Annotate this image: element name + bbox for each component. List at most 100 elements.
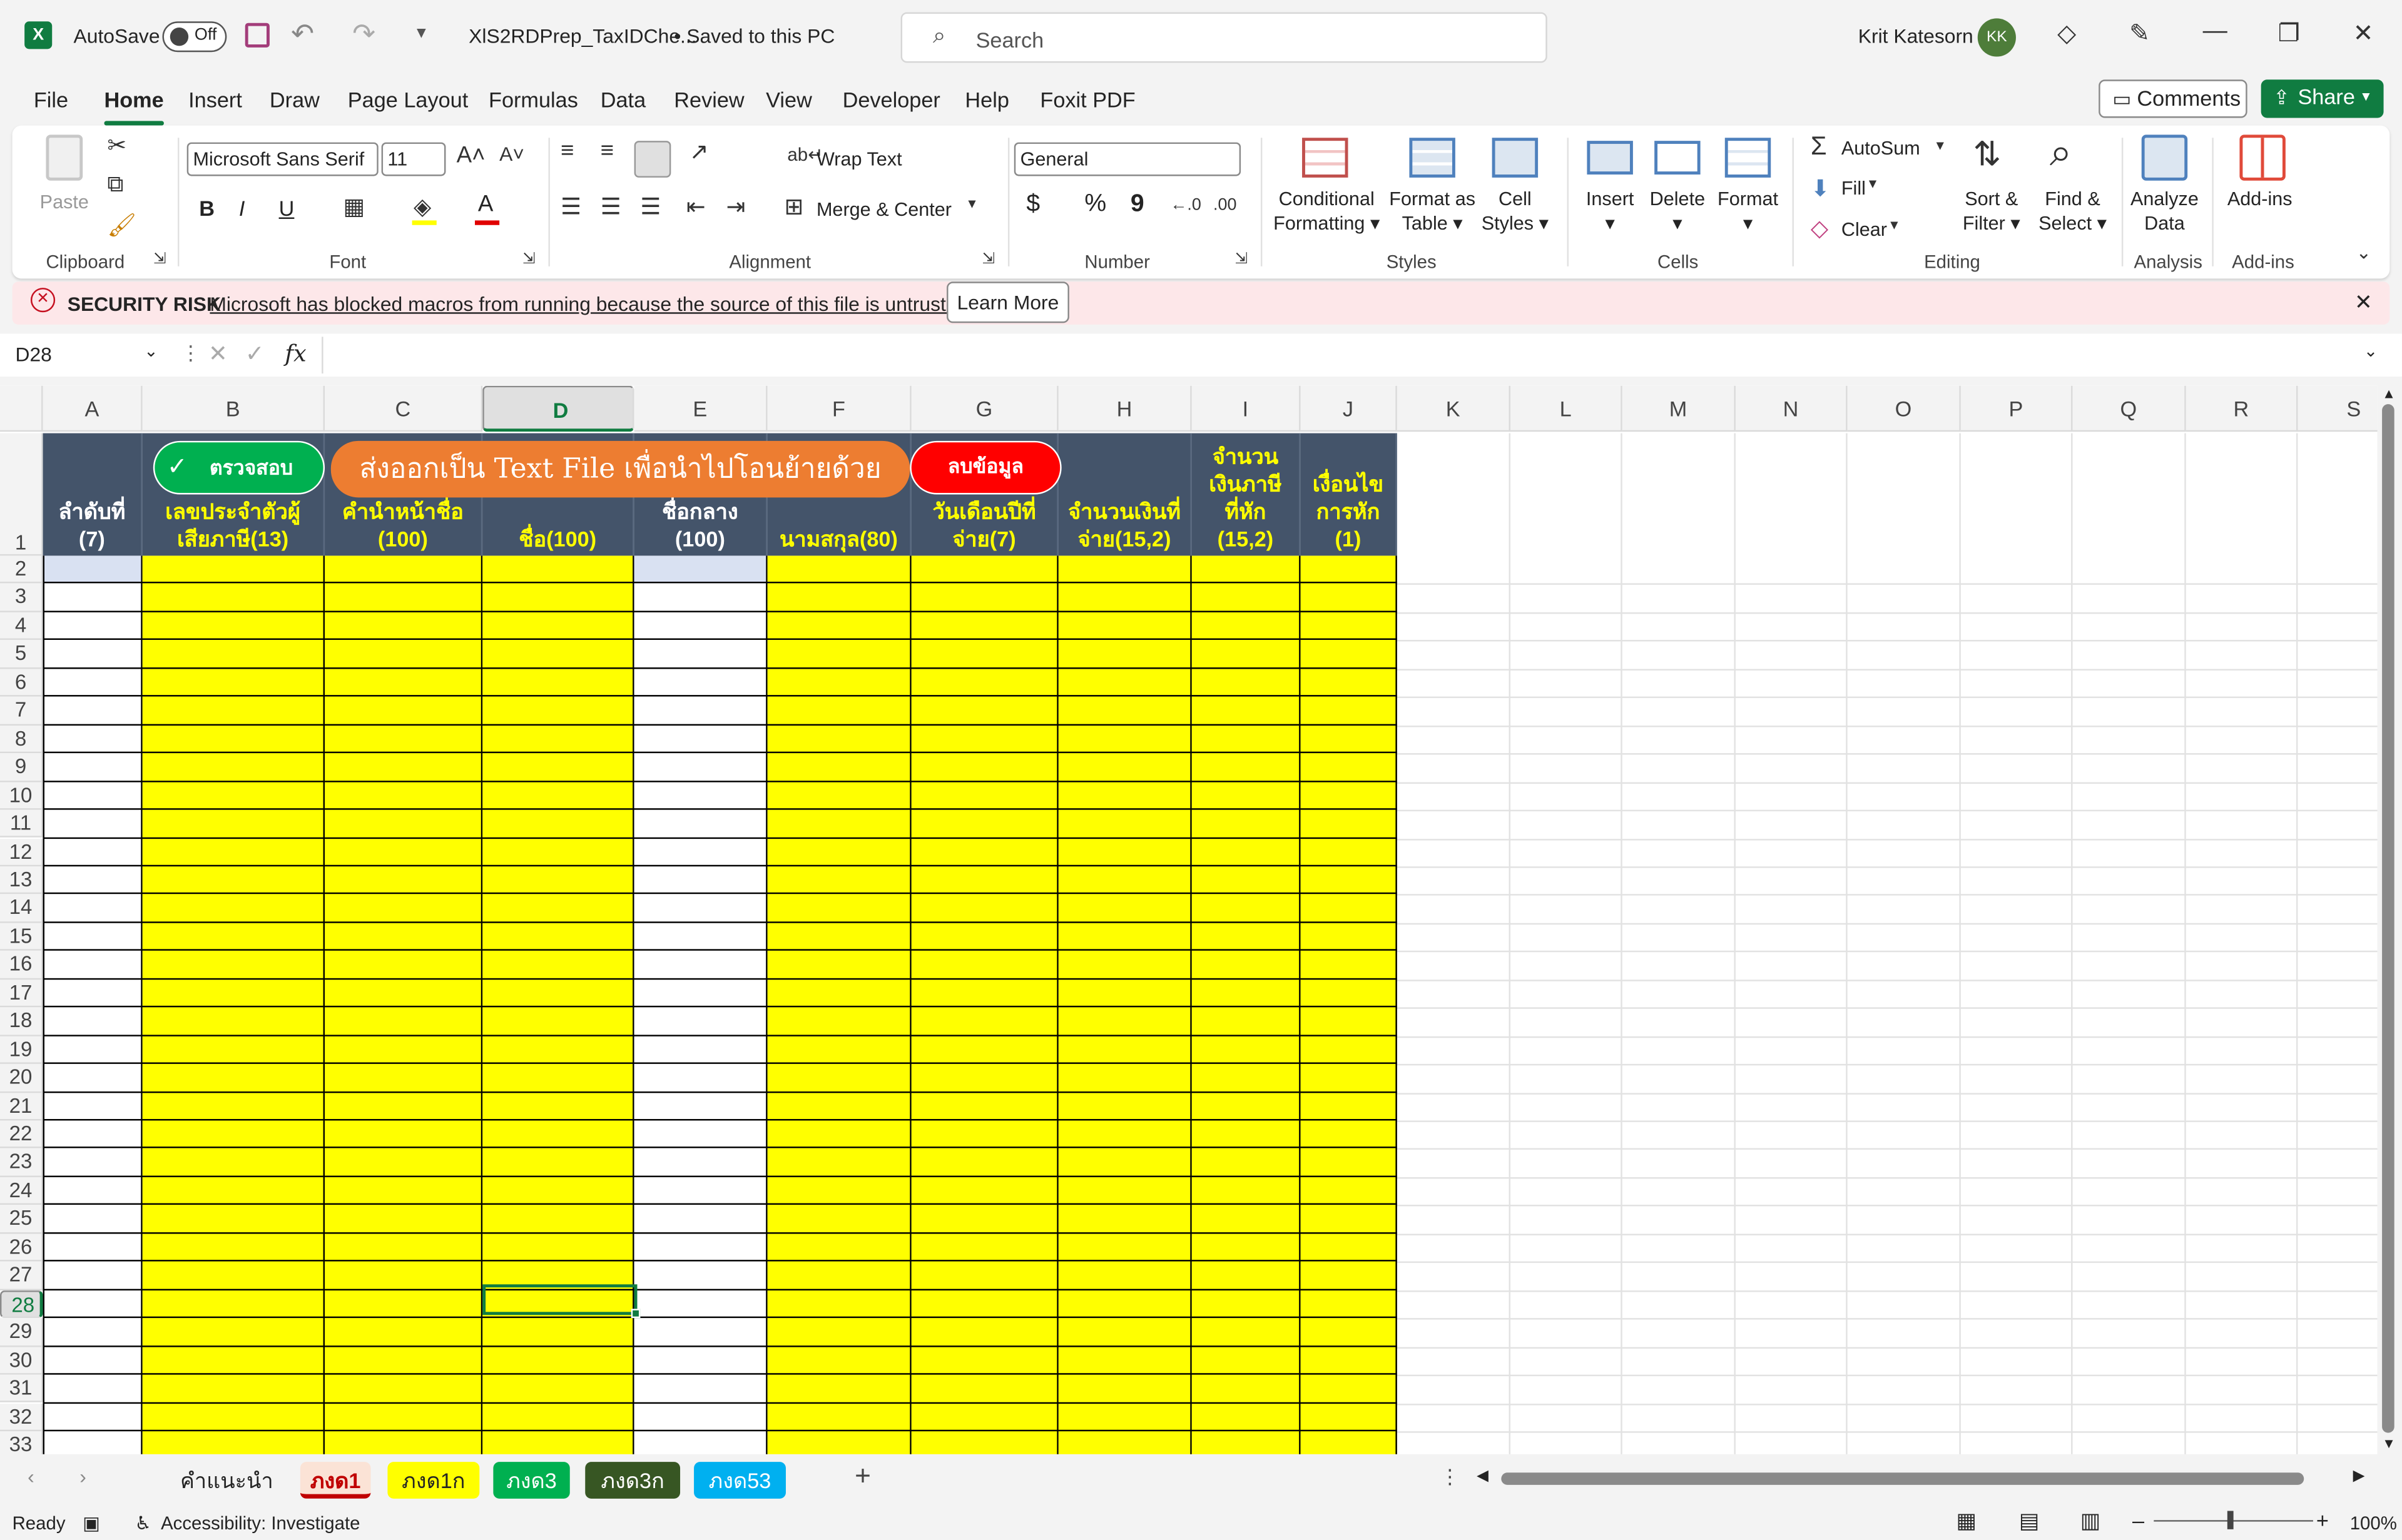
column-header-h[interactable]: H bbox=[1058, 385, 1192, 432]
page-break-view-icon[interactable]: ▥ bbox=[2080, 1508, 2100, 1534]
cell-e2[interactable] bbox=[634, 555, 766, 584]
copy-icon[interactable]: ⧉ bbox=[107, 171, 123, 198]
row-header-9[interactable]: 9 bbox=[0, 753, 43, 782]
tab-page-layout[interactable]: Page Layout bbox=[348, 87, 468, 111]
delete-cells-button[interactable]: Delete ▾ bbox=[1645, 187, 1709, 236]
decrease-font-icon[interactable]: A˅ bbox=[499, 143, 524, 166]
row-header-11[interactable]: 11 bbox=[0, 809, 43, 838]
column-header-k[interactable]: K bbox=[1397, 385, 1511, 432]
row-header-23[interactable]: 23 bbox=[0, 1148, 43, 1177]
format-cells-button[interactable]: Format ▾ bbox=[1716, 187, 1780, 236]
percent-button[interactable]: % bbox=[1084, 192, 1106, 217]
row-header-22[interactable]: 22 bbox=[0, 1120, 43, 1149]
input-column-d[interactable] bbox=[482, 555, 634, 1454]
fill-color-icon[interactable]: ◈ bbox=[414, 193, 431, 221]
chevron-down-icon[interactable]: ⌄ bbox=[144, 342, 158, 361]
row-header-32[interactable]: 32 bbox=[0, 1402, 43, 1432]
row-header-16[interactable]: 16 bbox=[0, 951, 43, 980]
tab-home[interactable]: Home bbox=[104, 87, 164, 126]
horizontal-scrollbar[interactable]: ◀ ▶ bbox=[1473, 1468, 2374, 1489]
align-left-icon[interactable]: ☰ bbox=[561, 193, 581, 221]
borders-icon[interactable]: ▦ bbox=[343, 193, 365, 221]
tab-help[interactable]: Help bbox=[965, 87, 1009, 111]
row-header-14[interactable]: 14 bbox=[0, 894, 43, 923]
export-text-file-button[interactable]: ส่งออกเป็น Text File เพื่อนำไปโอนย้ายด้ว… bbox=[330, 440, 910, 498]
row-header-3[interactable]: 3 bbox=[0, 584, 43, 612]
row-header-7[interactable]: 7 bbox=[0, 697, 43, 726]
tab-review[interactable]: Review bbox=[674, 87, 744, 111]
cut-icon[interactable]: ✂ bbox=[107, 131, 126, 160]
tab-view[interactable]: View bbox=[766, 87, 812, 111]
column-header-c[interactable]: C bbox=[325, 385, 483, 432]
accessibility-icon[interactable]: ♿ bbox=[135, 1512, 151, 1534]
share-button[interactable]: ⇪ Share ▾ bbox=[2261, 79, 2384, 118]
column-header-q[interactable]: Q bbox=[2072, 385, 2186, 432]
column-header-d[interactable]: D bbox=[482, 385, 634, 432]
comma-button[interactable]: 9 bbox=[1131, 192, 1144, 217]
select-all-corner[interactable] bbox=[0, 385, 43, 432]
dialog-launcher-icon[interactable]: ⇲ bbox=[153, 251, 166, 268]
security-message[interactable]: Microsoft has blocked macros from runnin… bbox=[210, 292, 974, 315]
sheet-tab-3[interactable]: ภงด1ก bbox=[387, 1462, 480, 1499]
minimize-icon[interactable]: — bbox=[2203, 18, 2227, 46]
merge-center-button[interactable]: Merge & Center bbox=[817, 198, 952, 222]
page-layout-view-icon[interactable]: ▤ bbox=[2019, 1508, 2039, 1534]
header-cell-i[interactable]: จำนวน เงินภาษี ที่หัก (15,2) bbox=[1191, 433, 1301, 556]
find-select-button[interactable]: Find & Select ▾ bbox=[2034, 187, 2110, 236]
formula-input[interactable] bbox=[322, 337, 2365, 374]
cell-styles-button[interactable]: Cell Styles ▾ bbox=[1477, 187, 1553, 236]
close-icon[interactable]: ✕ bbox=[2354, 290, 2373, 316]
insert-cells-button[interactable]: Insert ▾ bbox=[1578, 187, 1642, 236]
row-header-5[interactable]: 5 bbox=[0, 640, 43, 669]
input-column-h[interactable] bbox=[1058, 555, 1192, 1454]
chevron-down-icon[interactable]: ▾ bbox=[1936, 138, 1944, 155]
row-header-31[interactable]: 31 bbox=[0, 1374, 43, 1403]
orientation-icon[interactable]: ↗ bbox=[690, 138, 709, 166]
row-header-15[interactable]: 15 bbox=[0, 923, 43, 951]
underline-button[interactable]: U bbox=[279, 196, 295, 220]
scroll-left-icon[interactable]: ◀ bbox=[1477, 1468, 1489, 1485]
column-header-n[interactable]: N bbox=[1735, 385, 1848, 432]
sheet-tab-1[interactable]: คำแนะนำ bbox=[168, 1462, 285, 1499]
more-icon[interactable]: ⋮ bbox=[181, 342, 201, 366]
tab-draw[interactable]: Draw bbox=[270, 87, 320, 111]
chevron-down-icon[interactable]: ▾ bbox=[1890, 218, 1898, 235]
conditional-formatting-button[interactable]: Conditional Formatting ▾ bbox=[1265, 187, 1388, 236]
active-cell[interactable] bbox=[482, 1284, 638, 1315]
cell-a2[interactable] bbox=[43, 555, 141, 584]
zoom-level[interactable]: 100% bbox=[2350, 1512, 2397, 1534]
increase-font-icon[interactable]: A˄ bbox=[457, 143, 486, 169]
format-as-table-button[interactable]: Format as Table ▾ bbox=[1385, 187, 1480, 236]
row-header-27[interactable]: 27 bbox=[0, 1262, 43, 1290]
row-header-28[interactable]: 28 bbox=[0, 1290, 43, 1319]
tab-formulas[interactable]: Formulas bbox=[489, 87, 578, 111]
row-header-19[interactable]: 19 bbox=[0, 1035, 43, 1065]
vertical-scrollbar[interactable]: ▲ ▼ bbox=[2377, 385, 2402, 1454]
font-family-select[interactable]: Microsoft Sans Serif bbox=[186, 142, 379, 176]
input-column-i[interactable] bbox=[1191, 555, 1301, 1454]
align-bottom-button[interactable] bbox=[634, 141, 671, 178]
macro-record-icon[interactable]: ▣ bbox=[83, 1512, 100, 1534]
row-header-12[interactable]: 12 bbox=[0, 838, 43, 867]
autosave-toggle[interactable]: Off bbox=[162, 21, 227, 53]
next-sheet-icon[interactable]: › bbox=[79, 1465, 86, 1488]
row-header-33[interactable]: 33 bbox=[0, 1431, 43, 1454]
row-header-29[interactable]: 29 bbox=[0, 1318, 43, 1347]
row-header-2[interactable]: 2 bbox=[0, 555, 43, 584]
column-header-p[interactable]: P bbox=[1960, 385, 2073, 432]
save-icon[interactable] bbox=[245, 23, 270, 48]
input-column-j[interactable] bbox=[1300, 555, 1397, 1454]
sheet-tab-5[interactable]: ภงด3ก bbox=[585, 1462, 681, 1499]
learn-more-button[interactable]: Learn More bbox=[947, 281, 1069, 323]
insert-function-icon[interactable]: fx bbox=[285, 340, 306, 367]
cancel-icon[interactable]: ✕ bbox=[208, 340, 228, 368]
zoom-in-icon[interactable]: + bbox=[2316, 1508, 2329, 1532]
align-right-icon[interactable]: ☰ bbox=[640, 193, 661, 221]
font-color-icon[interactable]: A bbox=[478, 191, 494, 218]
paste-icon[interactable] bbox=[46, 134, 83, 181]
expand-formula-icon[interactable]: ⌄ bbox=[2364, 342, 2378, 361]
increase-indent-icon[interactable]: ⇥ bbox=[726, 193, 745, 221]
header-cell-h[interactable]: จำนวนเงินที่ จ่าย(15,2) bbox=[1058, 433, 1192, 556]
chevron-down-icon[interactable]: ▾ bbox=[1869, 176, 1876, 193]
bold-button[interactable]: B bbox=[199, 196, 215, 220]
